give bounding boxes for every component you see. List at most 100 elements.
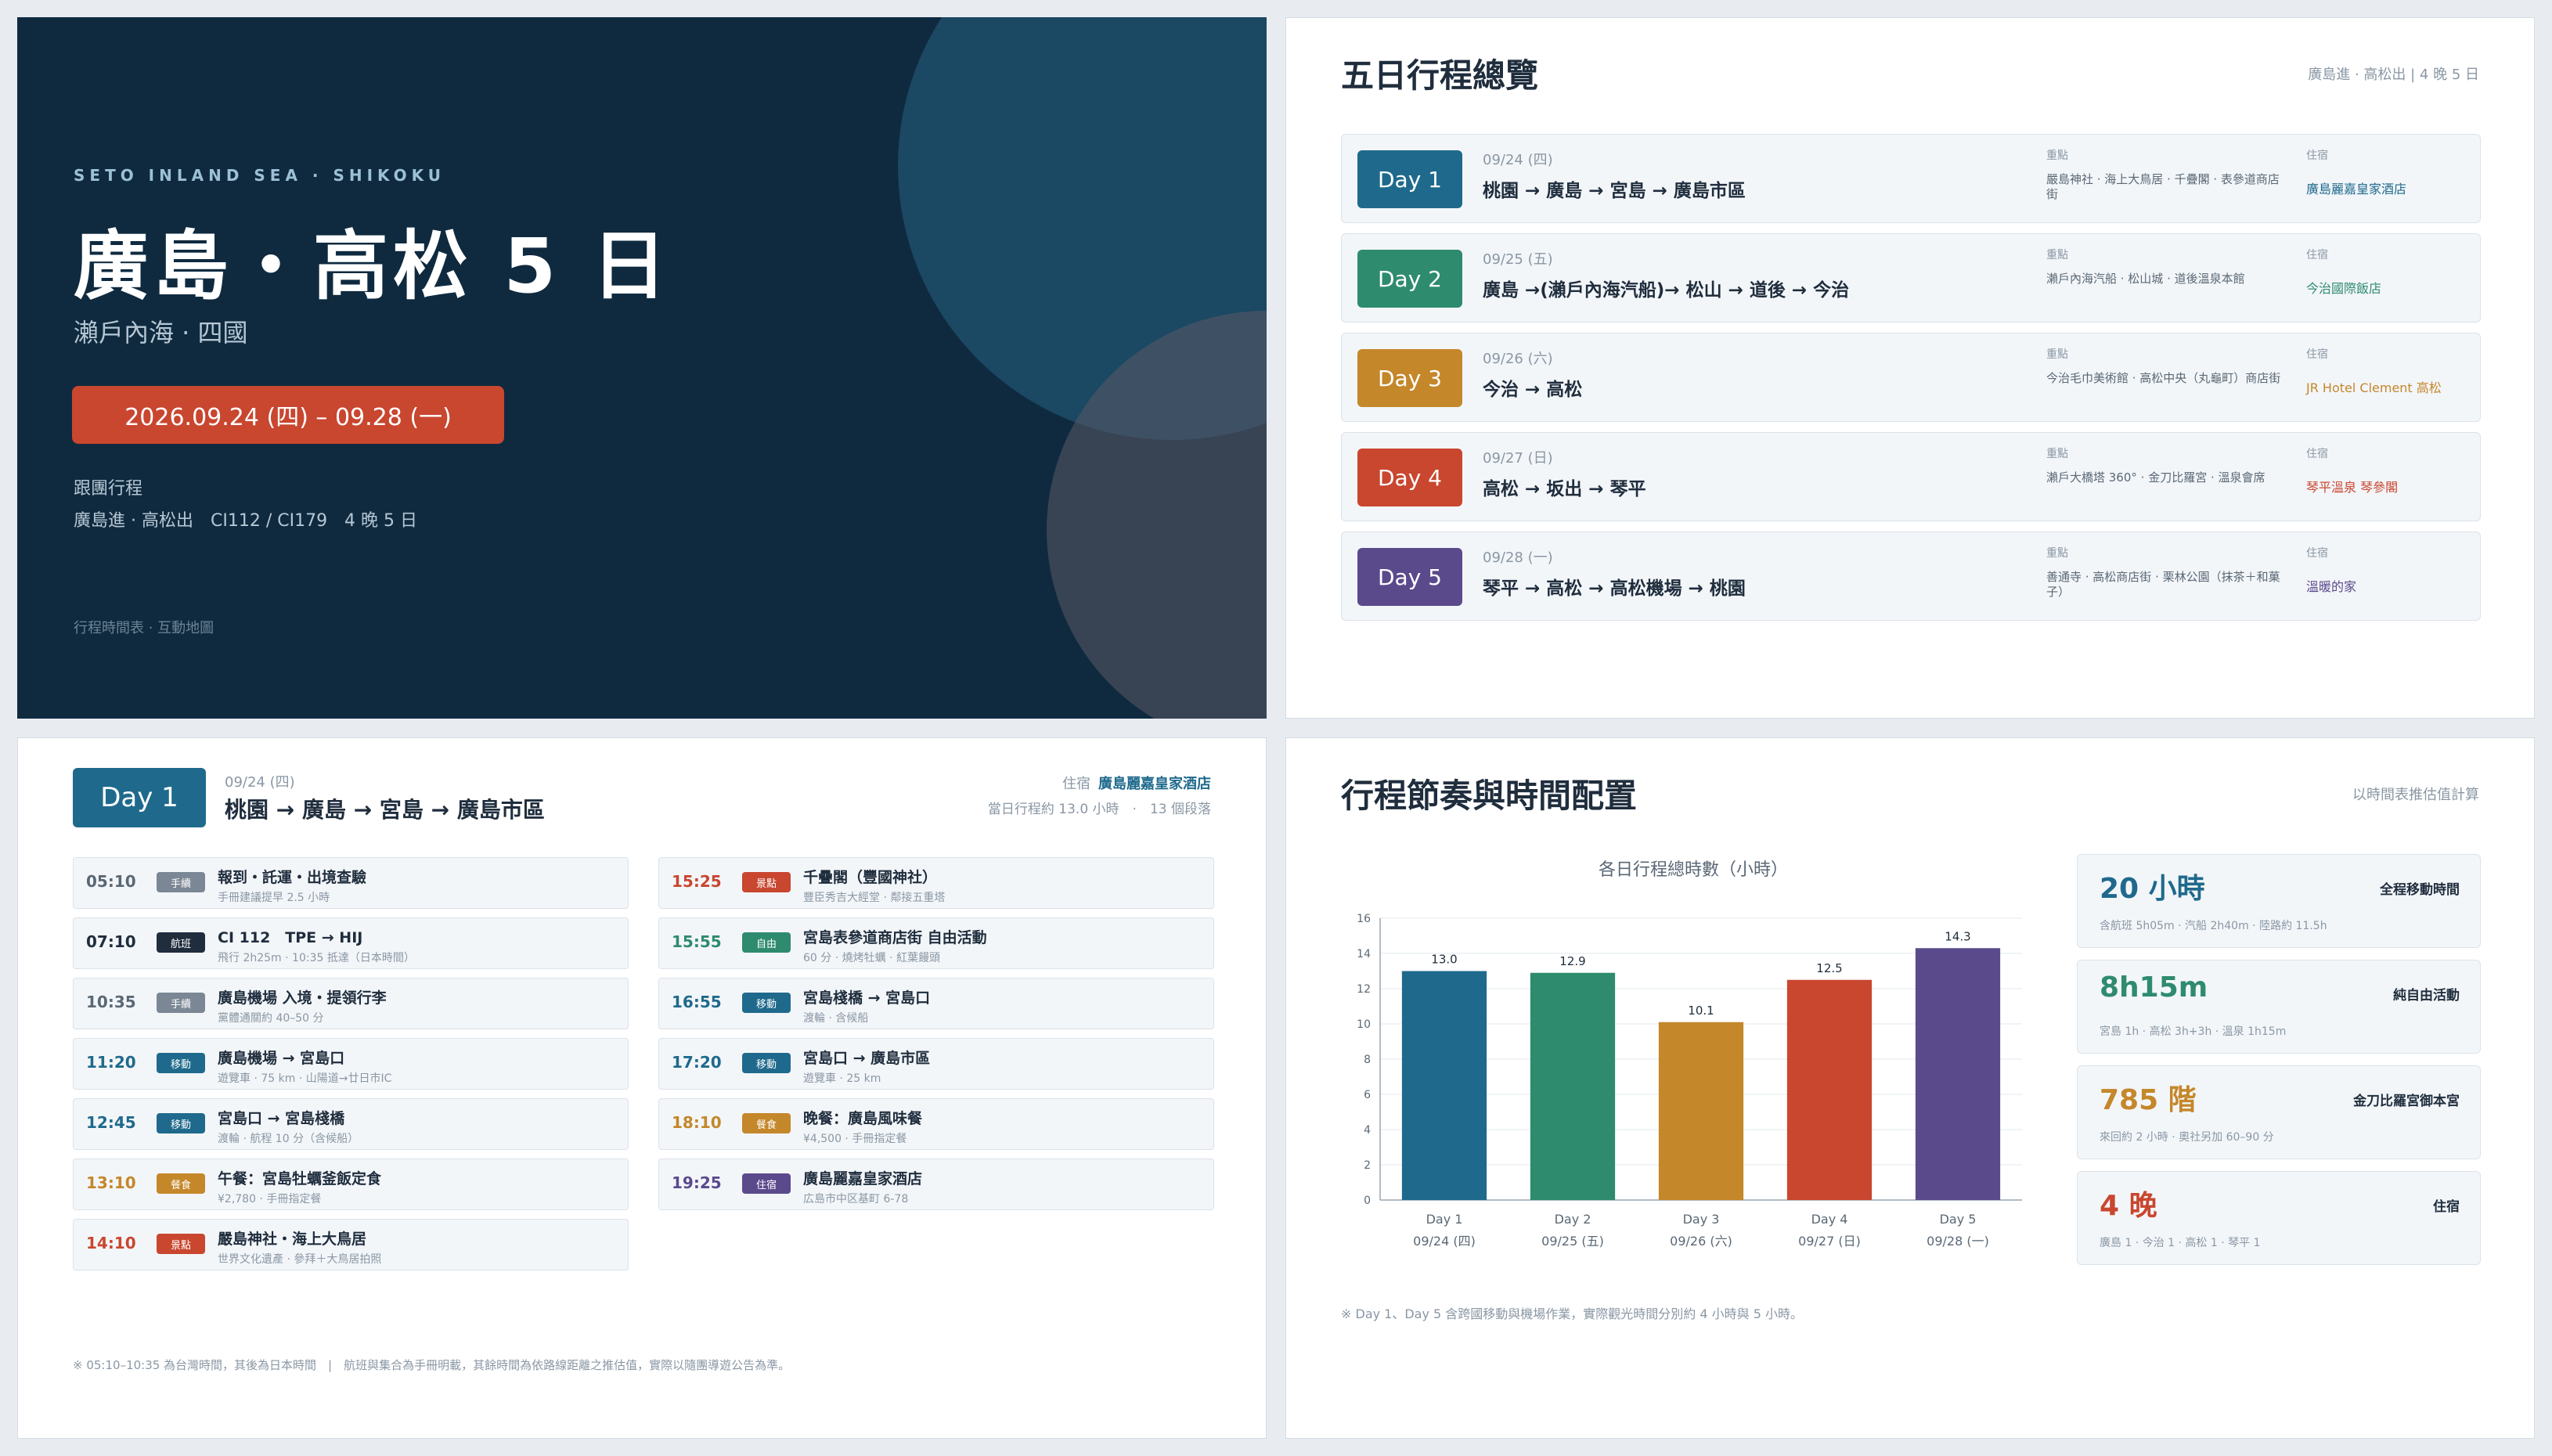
event-detail: 60 分 · 燒烤牡蠣 · 紅葉饅頭	[803, 952, 940, 964]
event-type-tag: 餐食	[157, 1173, 205, 1194]
timeline-event[interactable]: 17:20 移動 宮島口 → 廣島市區 遊覽車 · 25 km	[658, 1038, 1214, 1090]
day-badge: Day 4	[1357, 449, 1462, 506]
day-badge: Day 3	[1357, 349, 1462, 407]
timeline-event[interactable]: 05:10 手續 報到・託運・出境查驗 手冊建議提早 2.5 小時	[73, 857, 629, 909]
event-time: 15:55	[672, 932, 722, 951]
bar-value-label: 14.3	[1945, 929, 1970, 943]
timeline-event[interactable]: 07:10 航班 CI 112 TPE → HIJ 飛行 2h25m · 10:35 …	[73, 917, 629, 969]
event-time: 05:10	[86, 872, 136, 891]
event-detail: 渡輪 · 航程 10 分（含候船）	[218, 1133, 359, 1145]
x-tick-sublabel: 09/24 (四)	[1413, 1234, 1476, 1249]
x-tick-label: Day 3	[1683, 1212, 1720, 1227]
overview-slide: 五日行程總覽 廣島進 · 高松出 | 4 晚 5 日 Day 1 09/24 (四…	[1285, 17, 2535, 719]
y-tick-label: 12	[1357, 983, 1371, 996]
event-detail: 飛行 2h25m · 10:35 抵達（日本時間）	[218, 952, 415, 964]
stat-value: 4 晚	[2100, 1190, 2157, 1222]
timeline-event[interactable]: 16:55 移動 宮島棧橋 → 宮島口 渡輪 · 含候船	[658, 978, 1214, 1029]
day-highlights: 今治毛巾美術館 · 高松中央（丸龜町）商店街	[2046, 371, 2281, 385]
day-route: 琴平 → 高松 → 高松機場 → 桃園	[1483, 578, 1746, 599]
stay-label: 住宿	[1062, 776, 1090, 792]
x-tick-label: Day 2	[1555, 1212, 1591, 1227]
event-type-tag: 移動	[742, 1053, 791, 1073]
event-type-tag: 自由	[742, 932, 791, 953]
timeline-event[interactable]: 15:25 景點 千疊閣（豐國神社） 豐臣秀吉大經堂 · 鄰接五重塔	[658, 857, 1214, 909]
stay-label: 住宿	[2306, 150, 2328, 162]
day-highlights: 善通寺 · 高松商店街 · 栗林公園（抹茶＋和菓子）	[2046, 570, 2280, 599]
y-tick-label: 0	[1364, 1195, 1371, 1207]
stat-label: 住宿	[2433, 1199, 2460, 1215]
stay-label: 住宿	[2306, 448, 2328, 460]
stat-card: 20 小時 全程移動時間 含航班 5h05m · 汽船 2h40m · 陸路約 11…	[2077, 854, 2481, 948]
day-stay: 溫暖的家	[2306, 579, 2357, 594]
event-time: 07:10	[86, 932, 136, 951]
timeline-event[interactable]: 10:35 手續 廣島機場 入境・提領行李 黨體通關約 40–50 分	[73, 978, 629, 1029]
x-tick-sublabel: 09/28 (一)	[1927, 1234, 1989, 1249]
cover-slide: SETO INLAND SEA · SHIKOKU 廣島・高松 5 日 瀨戶內海…	[17, 17, 1267, 719]
event-time: 11:20	[86, 1053, 136, 1072]
day-stay: 廣島麗嘉皇家酒店	[2306, 182, 2407, 196]
y-tick-label: 10	[1357, 1018, 1371, 1031]
bar-value-label: 12.5	[1816, 961, 1842, 975]
overview-row[interactable]: Day 4 09/27 (日) 高松 → 坂出 → 琴平 重點 瀨戶大橋塔 360° ·…	[1341, 432, 2481, 521]
timeline-event[interactable]: 15:55 自由 宮島表參道商店街 自由活動 60 分 · 燒烤牡蠣 · 紅葉饅頭	[658, 917, 1214, 969]
highlight-label: 重點	[2046, 448, 2068, 460]
stay-hotel: 廣島麗嘉皇家酒店	[1098, 776, 1211, 792]
y-tick-label: 8	[1364, 1054, 1371, 1066]
pace-slide: 行程節奏與時間配置 以時間表推估值計算 各日行程總時數（小時） 0 2 4 6 8 10 1…	[1285, 737, 2535, 1439]
timeline-event[interactable]: 19:25 住宿 廣島麗嘉皇家酒店 広島市中区基町 6-78	[658, 1159, 1214, 1210]
overview-row[interactable]: Day 3 09/26 (六) 今治 → 高松 重點 今治毛巾美術館 · 高松中央（丸龜…	[1341, 333, 2481, 422]
stat-card: 8h15m 純自由活動 宮島 1h · 高松 3h+3h · 溫泉 1h15m	[2077, 960, 2481, 1054]
day-stay: 琴平溫泉 琴參閣	[2306, 480, 2399, 495]
cover-footer-links[interactable]: 行程時間表 · 互動地圖	[74, 617, 214, 637]
event-detail: 遊覽車 · 75 km · 山陽道→廿日市IC	[218, 1072, 392, 1085]
x-tick-label: Day 4	[1811, 1212, 1848, 1227]
overview-row[interactable]: Day 5 09/28 (一) 琴平 → 高松 → 高松機場 → 桃園 重點 善通寺 ·…	[1341, 532, 2481, 621]
event-type-tag: 手續	[157, 872, 205, 892]
stat-card: 785 階 金刀比羅宮御本宮 來回約 2 小時 · 奧社另加 60–90 分	[2077, 1065, 2481, 1159]
day-date: 09/25 (五)	[1483, 251, 1553, 268]
overview-title: 五日行程總覽	[1341, 56, 1539, 95]
event-time: 17:20	[672, 1053, 722, 1072]
stay-label: 住宿	[2306, 547, 2328, 560]
day1-footnote: ※ 05:10–10:35 為台灣時間，其後為日本時間 | 航班與集合為手冊明載…	[73, 1358, 791, 1372]
y-tick-label: 2	[1364, 1159, 1371, 1172]
day-highlights: 瀨戶內海汽船 · 松山城 · 道後溫泉本館	[2046, 272, 2245, 286]
stat-card: 4 晚 住宿 廣島 1 · 今治 1 · 高松 1 · 琴平 1	[2077, 1171, 2481, 1265]
event-title: 報到・託運・出境查驗	[218, 869, 367, 886]
cover-title: 廣島・高松 5 日	[74, 222, 672, 310]
day-badge: Day 5	[1357, 548, 1462, 606]
event-time: 18:10	[672, 1113, 722, 1132]
bar-value-label: 10.1	[1688, 1004, 1714, 1018]
stat-value: 20 小時	[2100, 873, 2205, 905]
event-detail: 世界文化遺產 · 參拜＋大鳥居拍照	[218, 1253, 382, 1266]
event-detail: 広島市中区基町 6-78	[803, 1193, 909, 1206]
event-title: 宮島表參道商店街 自由活動	[803, 929, 987, 946]
event-title: 廣島機場 入境・提領行李	[218, 989, 387, 1007]
event-detail: ¥4,500 · 手冊指定餐	[803, 1133, 907, 1145]
event-time: 10:35	[86, 993, 136, 1011]
timeline-event[interactable]: 13:10 餐食 午餐：宮島牡蠣釜飯定食 ¥2,780 · 手冊指定餐	[73, 1159, 629, 1210]
day-date: 09/27 (日)	[1483, 450, 1553, 467]
timeline-event[interactable]: 12:45 移動 宮島口 → 宮島棧橋 渡輪 · 航程 10 分（含候船）	[73, 1098, 629, 1150]
y-tick-label: 14	[1357, 948, 1371, 960]
stat-label: 全程移動時間	[2380, 882, 2460, 898]
bar	[1915, 948, 2001, 1200]
event-time: 14:10	[86, 1234, 136, 1252]
day-route: 今治 → 高松	[1483, 380, 1583, 400]
y-tick-label: 6	[1364, 1089, 1371, 1101]
stat-value: 785 階	[2100, 1084, 2197, 1116]
timeline-event[interactable]: 14:10 景點 嚴島神社・海上大鳥居 世界文化遺產 · 參拜＋大鳥居拍照	[73, 1219, 629, 1270]
overview-row[interactable]: Day 1 09/24 (四) 桃園 → 廣島 → 宮島 → 廣島市區 重點 嚴島神社 …	[1341, 134, 2481, 223]
day-route: 廣島 →(瀨戶內海汽船)→ 松山 → 道後 → 今治	[1483, 280, 1850, 301]
day1-stay: 住宿 廣島麗嘉皇家酒店	[1062, 773, 1211, 793]
chart-svg: 0 2 4 6 8 10 12 14 16 13.0 Day 1 09/24 (四) 12.9 Day 2…	[1357, 913, 2022, 1249]
timeline-event[interactable]: 18:10 餐食 晚餐：廣島風味餐 ¥4,500 · 手冊指定餐	[658, 1098, 1214, 1150]
timeline-event[interactable]: 11:20 移動 廣島機場 → 宮島口 遊覽車 · 75 km · 山陽道→廿日市IC	[73, 1038, 629, 1090]
x-tick-sublabel: 09/26 (六)	[1670, 1234, 1732, 1249]
day-highlights: 嚴島神社 · 海上大鳥居 · 千疊閣 · 表參道商店街	[2046, 172, 2280, 201]
pace-title: 行程節奏與時間配置	[1341, 777, 1638, 815]
day-badge: Day 1	[1357, 150, 1462, 208]
overview-row[interactable]: Day 2 09/25 (五) 廣島 →(瀨戶內海汽船)→ 松山 → 道後 → 今治…	[1341, 233, 2481, 323]
event-time: 19:25	[672, 1173, 722, 1192]
event-time: 13:10	[86, 1173, 136, 1192]
